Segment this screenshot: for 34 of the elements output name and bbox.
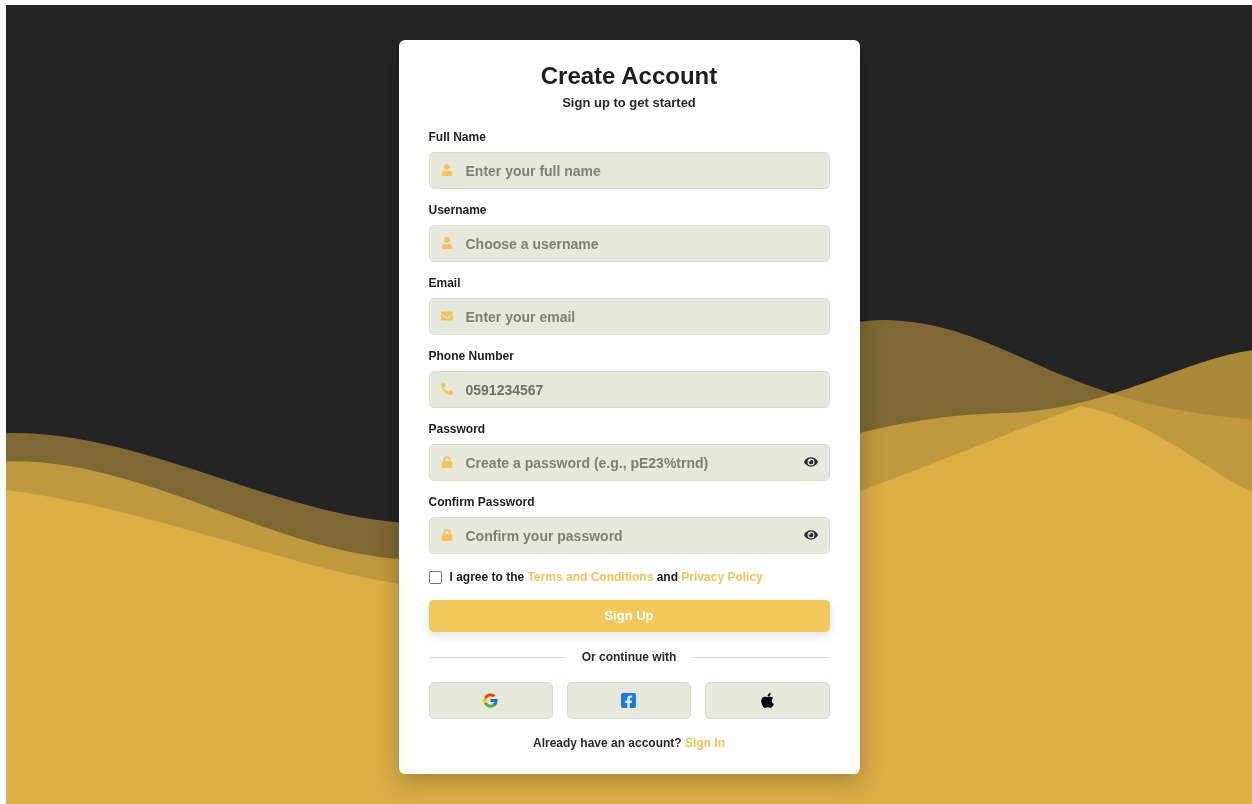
user-icon: [440, 164, 453, 176]
field-label: Email: [428, 276, 461, 290]
input-field[interactable]: Choose a username: [428, 225, 830, 262]
form-title: Create Account: [540, 62, 718, 90]
sign-up-button[interactable]: Sign Up: [428, 599, 830, 632]
user-icon: [440, 237, 453, 249]
privacy-link[interactable]: Privacy Policy: [681, 570, 763, 585]
input-field[interactable]: 0591234567: [428, 371, 830, 408]
show-password-icon[interactable]: [803, 455, 818, 469]
sign-in-link[interactable]: Sign In: [685, 736, 726, 750]
lock-icon: [440, 529, 453, 541]
input-field[interactable]: Create a password (e.g., pE23%trnd): [428, 444, 830, 481]
terms-link[interactable]: Terms and Conditions: [527, 570, 654, 585]
form-subtitle: Sign up to get started: [562, 96, 696, 110]
input-field[interactable]: Confirm your password: [428, 517, 830, 554]
agreement-text: I agree to the Terms and Conditions and Privacy Policy: [449, 570, 763, 585]
google-icon: [482, 692, 500, 709]
divider-text: Or continue with: [581, 650, 677, 664]
input-field[interactable]: Enter your email: [428, 298, 830, 335]
lock-icon: [440, 456, 453, 468]
phone-icon: [440, 383, 453, 395]
envelope-icon: [440, 310, 453, 322]
apple-icon: [758, 692, 776, 709]
agree-checkbox[interactable]: [428, 570, 442, 584]
field-label: Password: [428, 422, 486, 436]
field-label: Username: [428, 203, 487, 217]
social-login-button[interactable]: [705, 682, 830, 719]
field-label: Phone Number: [428, 349, 514, 363]
field-label: Full Name: [428, 130, 486, 144]
sign-in-prompt: Already have an account? Sign In: [532, 736, 726, 750]
facebook-icon: [620, 692, 638, 709]
show-password-icon[interactable]: [803, 528, 818, 542]
input-field[interactable]: Enter your full name: [428, 152, 830, 189]
field-label: Confirm Password: [428, 495, 535, 509]
